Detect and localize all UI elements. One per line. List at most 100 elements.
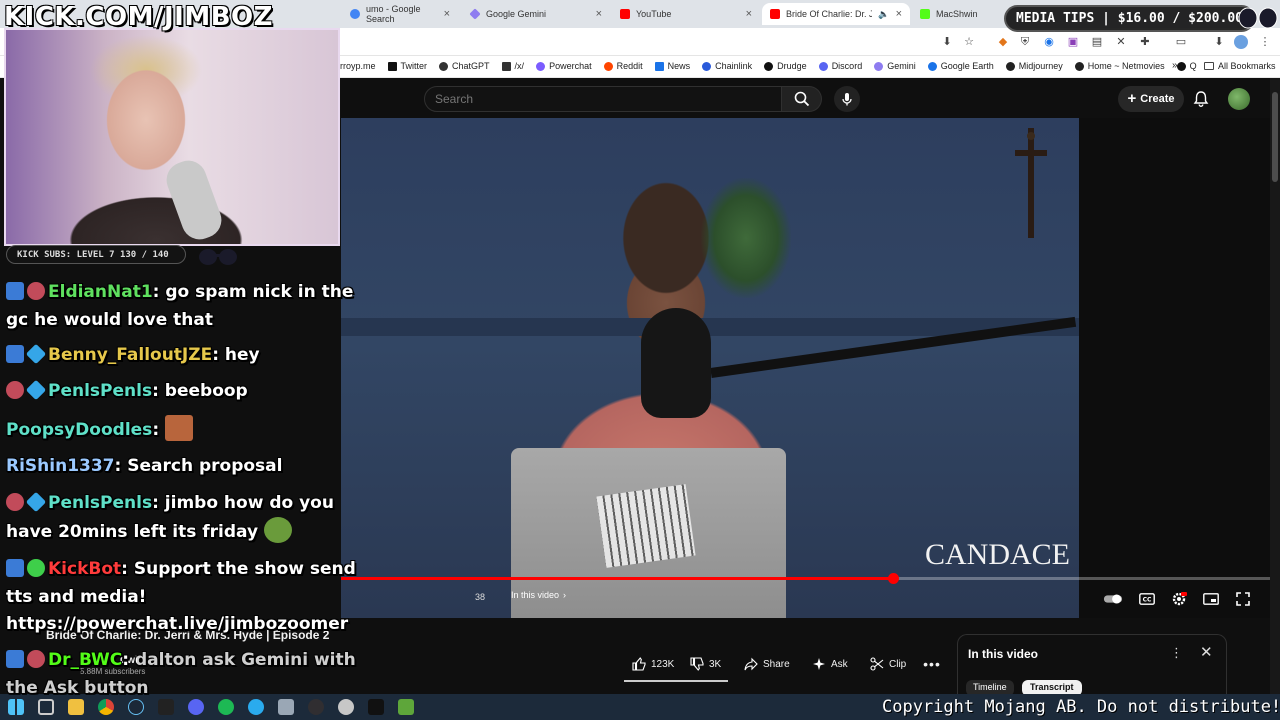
like-button[interactable]: 123K <box>624 652 682 676</box>
video-time-display: 38 <box>475 592 486 602</box>
chat-text: beeboop <box>164 381 248 401</box>
bookmark-item[interactable]: Discord <box>818 61 862 71</box>
bookmark-item[interactable]: Reddit <box>603 61 643 71</box>
bookmark-item[interactable]: Twitter <box>387 61 427 71</box>
search-icon <box>794 91 809 107</box>
imp-badge-icon <box>27 650 45 668</box>
account-avatar[interactable] <box>1228 88 1250 110</box>
in-this-video-chip[interactable]: In this video › <box>511 590 566 600</box>
chat-text: Search proposal <box>127 456 283 476</box>
svg-text:CC: CC <box>1143 597 1152 604</box>
folder-icon <box>1204 62 1214 70</box>
bot-badge-icon <box>27 559 45 577</box>
close-tab-icon[interactable]: × <box>746 8 752 20</box>
download-icon[interactable]: ⬇ <box>1212 35 1226 49</box>
more-actions-button[interactable]: ••• <box>918 652 946 676</box>
voice-search-button[interactable] <box>834 86 860 112</box>
speaker-icon[interactable]: 🔈 <box>878 9 889 20</box>
all-bookmarks-label: All Bookmarks <box>1218 61 1276 71</box>
bookmark-item[interactable]: News <box>654 61 690 71</box>
like-ratio-bar <box>624 680 728 682</box>
google-icon <box>350 9 360 19</box>
bookmark-item[interactable]: Gemini <box>874 61 916 71</box>
bookmark-item[interactable]: Chainlink <box>702 61 752 71</box>
video-microphone-decor <box>641 308 711 418</box>
bookmark-label: Q <box>1189 61 1197 71</box>
bookmark-item[interactable]: Drudge <box>764 61 807 71</box>
powerchat-icon <box>536 61 546 71</box>
scrollbar-thumb[interactable] <box>1272 92 1278 182</box>
bookmark-label: Gemini <box>887 61 916 71</box>
fullscreen-button[interactable] <box>1233 589 1253 609</box>
bookmark-item[interactable]: Midjourney <box>1005 61 1063 71</box>
ask-button[interactable]: Ask <box>804 652 856 676</box>
chat-message: https://powerchat.live/jimbozoomer <box>6 610 366 638</box>
search-input[interactable] <box>424 86 782 112</box>
all-bookmarks-button[interactable]: All Bookmarks <box>1204 61 1276 71</box>
cube-badge-icon <box>25 491 47 513</box>
shield-extension-icon[interactable]: ⛨ <box>1018 35 1032 49</box>
puzzle-extensions-icon[interactable]: ✚ <box>1138 35 1152 49</box>
share-arrow-icon <box>744 657 758 671</box>
panel-menu-kebab-icon[interactable]: ⋮ <box>1170 645 1183 661</box>
miniplayer-button[interactable] <box>1201 589 1221 609</box>
settings-button[interactable] <box>1169 589 1189 609</box>
tab-label: MacShwin <box>936 9 978 19</box>
metamask-extension-icon[interactable]: ◆ <box>996 35 1010 49</box>
audio-extension-icon[interactable]: ◉ <box>1042 35 1056 49</box>
search-button[interactable] <box>782 86 822 112</box>
chat-link[interactable]: https://powerchat.live/jimbozoomer <box>6 614 348 634</box>
create-button[interactable]: + Create <box>1118 86 1184 112</box>
share-button[interactable]: Share <box>736 652 798 676</box>
install-app-icon[interactable]: ⬇ <box>940 35 954 49</box>
menu-kebab-icon[interactable]: ⋮ <box>1258 35 1272 49</box>
x-extension-icon[interactable]: ✕ <box>1114 35 1128 49</box>
video-crucifix-decor <box>1015 128 1047 238</box>
media-control-icon[interactable]: ▭ <box>1174 35 1188 49</box>
close-tab-icon[interactable]: × <box>896 8 902 20</box>
chat-username: PenlsPenls <box>48 381 153 401</box>
tab-label: Google Gemini <box>486 9 547 19</box>
bookmark-item[interactable]: Google Earth <box>927 61 994 71</box>
bookmark-item[interactable]: ChatGPT <box>439 61 490 71</box>
kick-channel-title: KICK.COM/JIMBOZ <box>4 2 273 32</box>
close-tab-icon[interactable]: × <box>444 8 450 20</box>
browser-tab-google-search[interactable]: umo - Google Search × <box>342 3 458 25</box>
plus-icon: + <box>1127 90 1137 107</box>
video-scrubber-handle[interactable] <box>887 573 899 584</box>
panel-close-icon[interactable]: ✕ <box>1200 643 1213 661</box>
extension-icon[interactable]: ▤ <box>1090 35 1104 49</box>
dislike-button[interactable]: 3K <box>682 652 729 676</box>
notifications-bell-icon[interactable] <box>1192 90 1210 108</box>
chat-message: PenlsPenls: jimbo how do you have 20mins… <box>6 491 334 543</box>
panel-title: In this video <box>968 647 1039 661</box>
autoplay-toggle[interactable] <box>1103 589 1123 609</box>
profile-avatar-icon[interactable] <box>1234 35 1248 49</box>
bookmark-item[interactable]: Q <box>1176 61 1197 71</box>
captions-button[interactable]: CC <box>1137 589 1157 609</box>
bookmark-star-icon[interactable]: ☆ <box>962 35 976 49</box>
video-player[interactable]: CANDACE 38 In this video › CC <box>341 118 1270 618</box>
browser-tab-gemini[interactable]: Google Gemini × <box>462 3 610 25</box>
browser-tab-youtube[interactable]: YouTube × <box>612 3 760 25</box>
reddit-icon <box>603 61 613 71</box>
pickaxe-badge-icon <box>6 282 24 300</box>
browser-tab-macshwin[interactable]: MacShwin <box>912 3 1004 25</box>
news-icon <box>654 61 664 71</box>
thumbs-down-icon <box>690 657 704 671</box>
bookmark-item[interactable]: Powerchat <box>536 61 592 71</box>
extension-icon[interactable]: ▣ <box>1066 35 1080 49</box>
bookmark-label: Midjourney <box>1018 61 1063 71</box>
bookmark-item[interactable]: rroyp.me <box>340 61 376 71</box>
browser-tab-active-video[interactable]: Bride Of Charlie: Dr. Jerri 🔈 × <box>762 3 910 25</box>
chat-username: PoopsyDoodles <box>6 420 153 440</box>
bookmark-item[interactable]: /x/ <box>501 61 524 71</box>
share-label: Share <box>763 658 790 670</box>
clip-button[interactable]: Clip <box>862 652 914 676</box>
bookmark-label: Reddit <box>616 61 643 71</box>
minecraft-icon[interactable] <box>398 699 414 715</box>
capcut-icon[interactable] <box>368 699 384 715</box>
close-tab-icon[interactable]: × <box>596 8 602 20</box>
bookmark-item[interactable]: Home ~ Netmovies <box>1074 61 1165 71</box>
more-bookmarks-chevron-icon[interactable]: » <box>1172 60 1178 71</box>
